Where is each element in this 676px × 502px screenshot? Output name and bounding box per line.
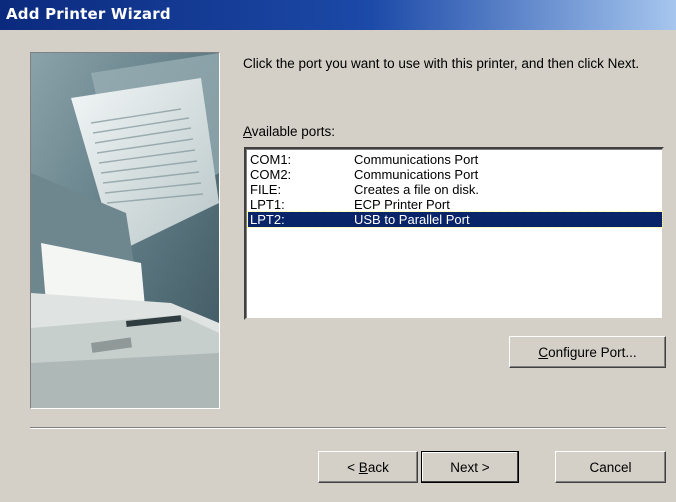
port-name: FILE:	[250, 182, 282, 197]
available-ports-label: Available ports:	[243, 124, 335, 139]
port-row-com1[interactable]: COM1: Communications Port	[248, 152, 662, 167]
available-ports-list[interactable]: COM1: Communications Port COM2: Communic…	[244, 147, 664, 320]
window-title: Add Printer Wizard	[6, 5, 171, 23]
port-description: Communications Port	[354, 167, 479, 182]
configure-port-button[interactable]: Configure Port...	[509, 336, 666, 368]
next-button[interactable]: Next >	[421, 451, 519, 483]
wizard-printer-illustration	[30, 52, 220, 409]
port-row-com2[interactable]: COM2: Communications Port	[248, 167, 662, 182]
printer-illustration-graphic	[31, 53, 219, 408]
port-row-lpt1[interactable]: LPT1: ECP Printer Port	[248, 197, 662, 212]
available-ports-accel: A	[243, 124, 252, 139]
available-ports-label-rest: vailable ports:	[251, 124, 336, 139]
back-label-rest: ack	[367, 459, 389, 475]
port-name: COM1:	[250, 152, 292, 167]
port-name: COM2:	[250, 167, 292, 182]
port-description: ECP Printer Port	[354, 197, 450, 212]
port-description: Communications Port	[354, 152, 479, 167]
port-description: USB to Parallel Port	[354, 212, 470, 227]
back-button[interactable]: < Back	[318, 451, 418, 483]
cancel-button[interactable]: Cancel	[555, 451, 666, 483]
instruction-text: Click the port you want to use with this…	[243, 56, 640, 71]
configure-label-rest: onfigure Port...	[548, 344, 637, 360]
configure-accel: C	[538, 344, 549, 360]
port-row-lpt2-selected[interactable]: LPT2: USB to Parallel Port	[247, 211, 663, 228]
port-name: LPT1:	[250, 197, 285, 212]
port-row-file[interactable]: FILE: Creates a file on disk.	[248, 182, 662, 197]
port-name: LPT2:	[250, 212, 285, 227]
back-prefix: <	[347, 459, 359, 475]
back-accel: B	[358, 459, 368, 475]
button-separator	[30, 427, 666, 429]
port-description: Creates a file on disk.	[354, 182, 480, 197]
add-printer-wizard-window: Add Printer Wizard Click the port you wa…	[0, 0, 676, 502]
title-bar[interactable]: Add Printer Wizard	[0, 0, 676, 30]
